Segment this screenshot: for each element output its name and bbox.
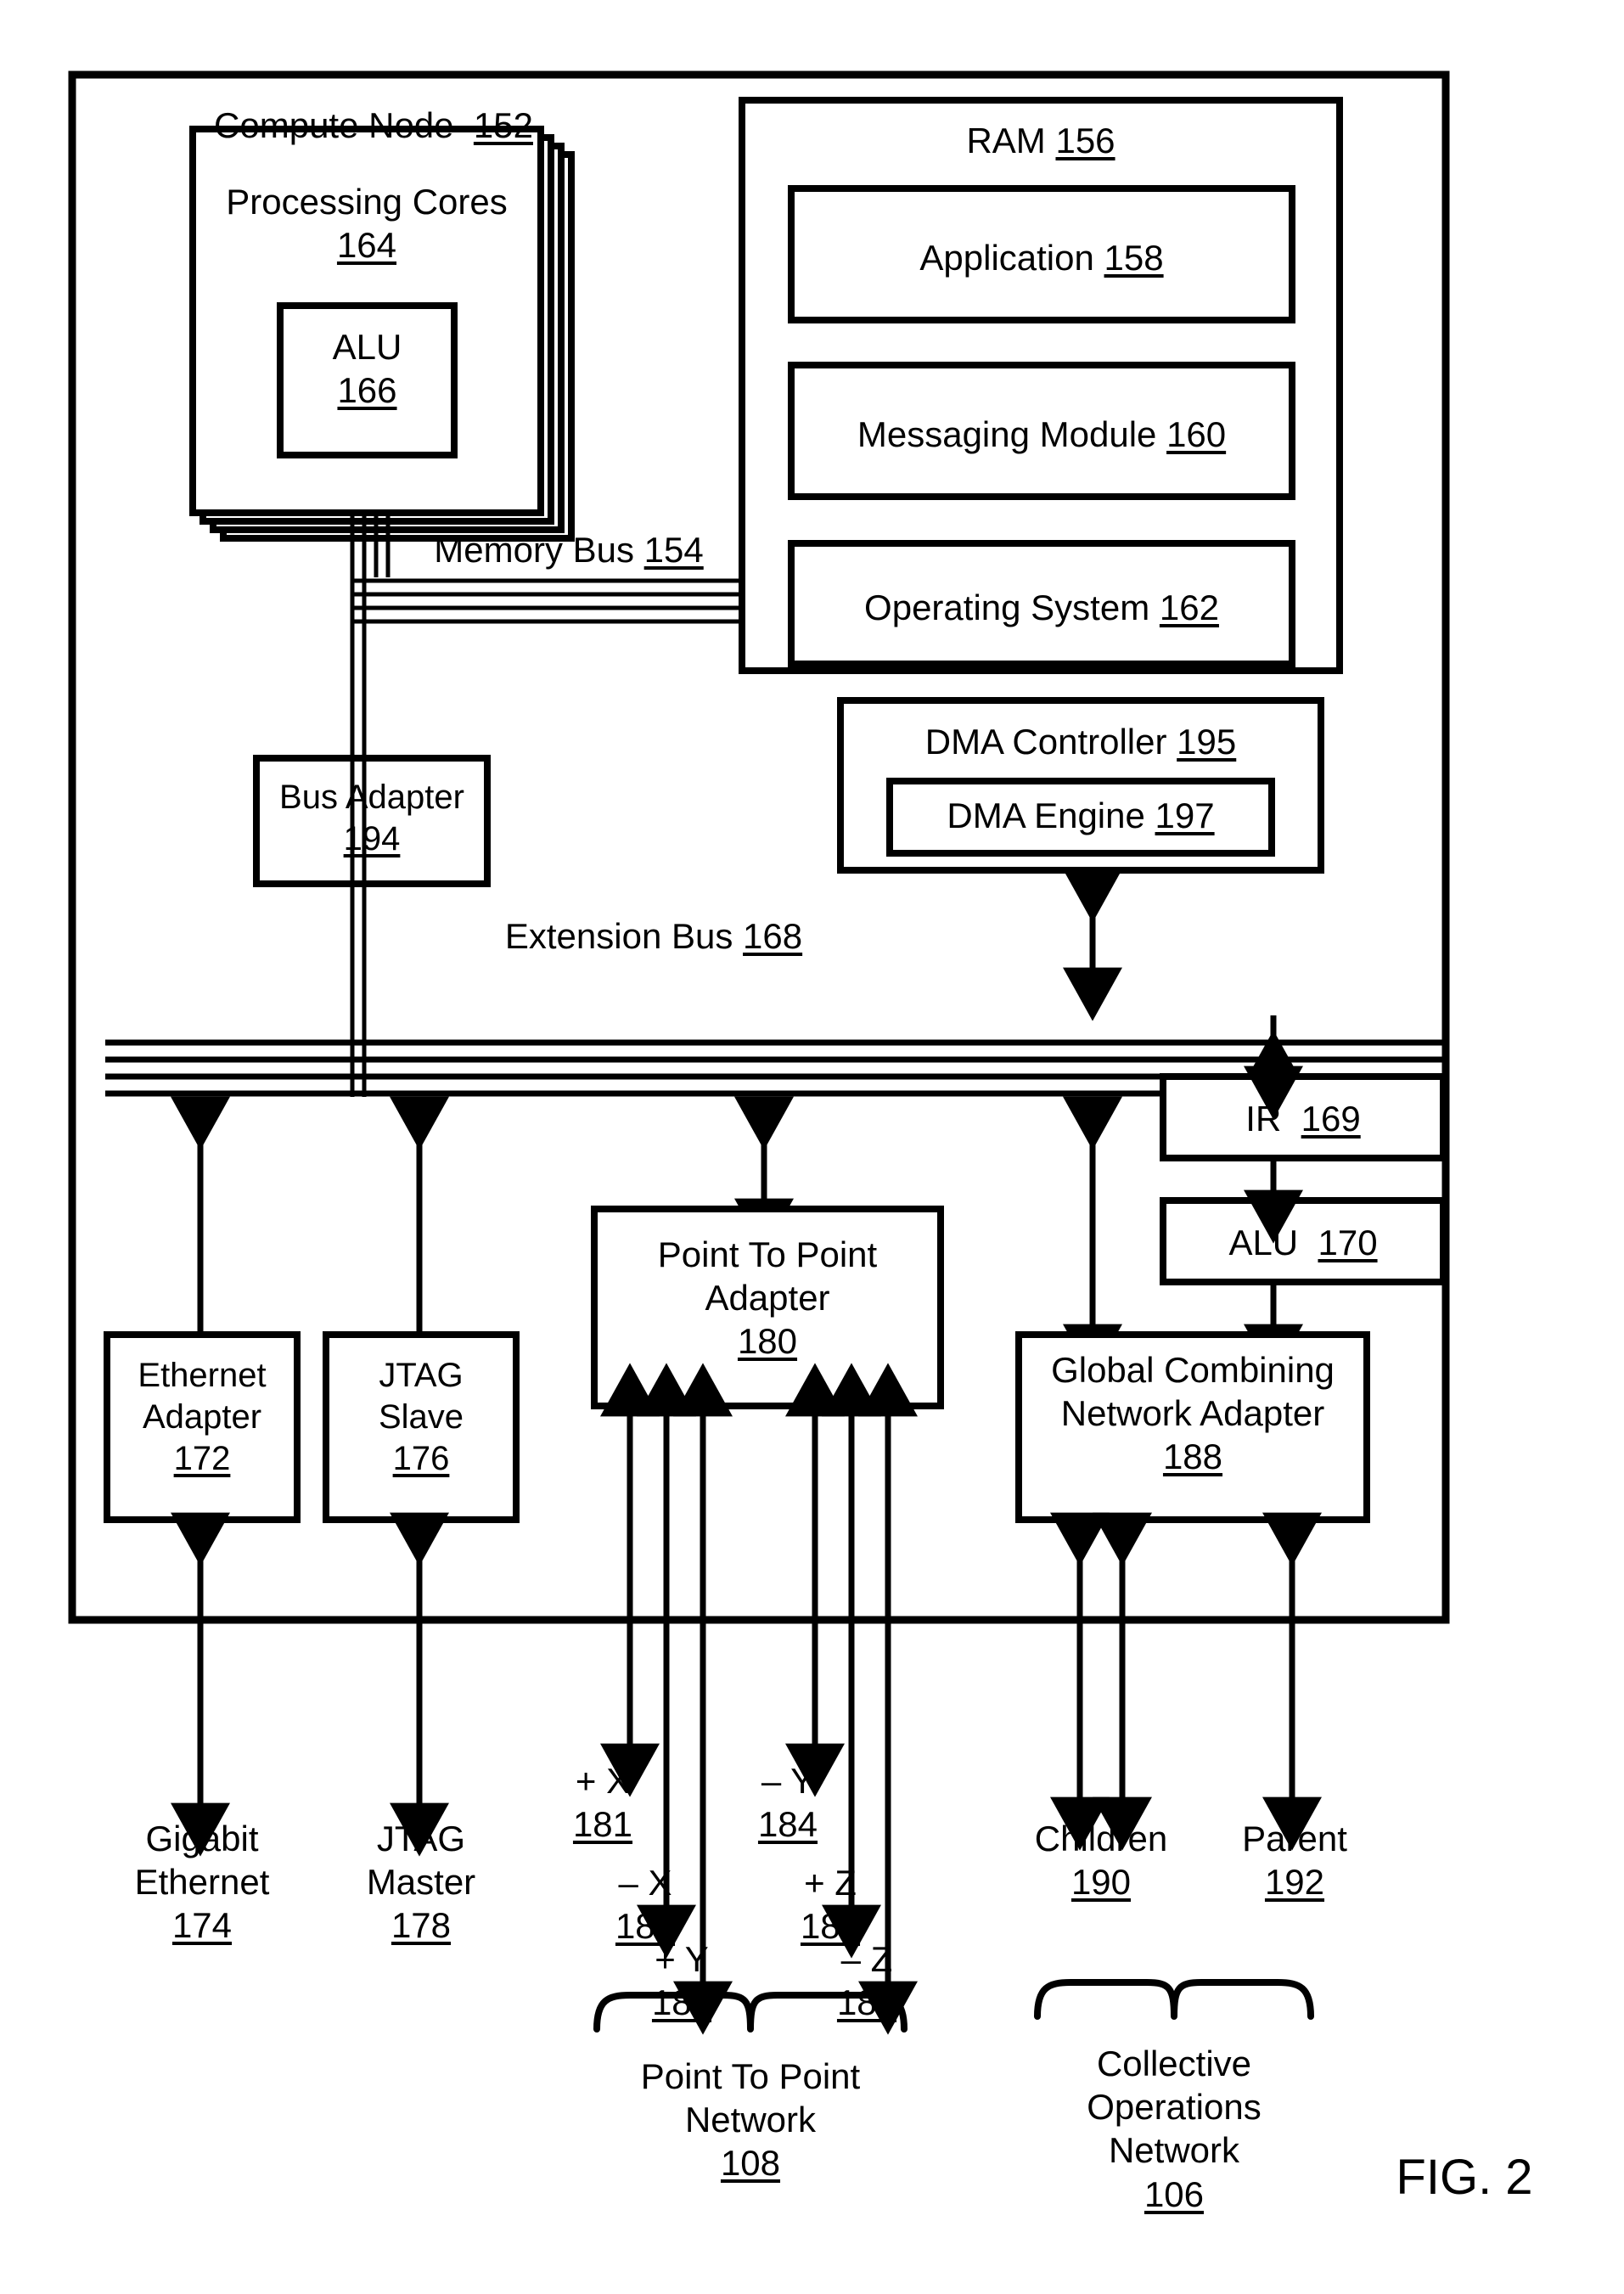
torus-link-minus-y: – Y 184 xyxy=(757,1761,818,1845)
ir-label: IR 169 xyxy=(1245,1099,1361,1139)
compute-node-title: Compute Node 152 xyxy=(214,105,533,145)
ethernet-adapter-label: Ethernet Adapter 172 xyxy=(138,1357,267,1477)
children-label: Children 190 xyxy=(1034,1819,1168,1903)
torus-link-minus-z: – Z 186 xyxy=(836,1939,897,2023)
figure-caption: FIG. 2 xyxy=(1396,2150,1533,2205)
gigabit-ethernet-label: Gigabit Ethernet 174 xyxy=(134,1819,270,1946)
bus-adapter-label: Bus Adapter 194 xyxy=(279,779,464,857)
jtag-master-label: JTAG Master 178 xyxy=(366,1819,476,1946)
torus-link-plus-x: + X 181 xyxy=(572,1761,633,1845)
torus-link-plus-z: + Z 185 xyxy=(800,1863,861,1947)
memory-bus-label: Memory Bus 154 xyxy=(434,530,704,570)
dma-controller-label: DMA Controller 195 xyxy=(924,722,1237,762)
collective-operations-network-label: Collective Operations Network 106 xyxy=(1087,2044,1262,2214)
point-to-point-network-label: Point To Point Network 108 xyxy=(640,2056,861,2184)
torus-link-minus-x: – X 182 xyxy=(615,1863,676,1947)
ram-label: RAM 156 xyxy=(966,121,1115,160)
processing-cores-label: Processing Cores 164 xyxy=(226,182,508,266)
alu-170-label: ALU 170 xyxy=(1228,1223,1378,1262)
extension-bus-label: Extension Bus 168 xyxy=(504,916,803,956)
dma-engine-label: DMA Engine 197 xyxy=(947,796,1215,835)
operating-system-label: Operating System 162 xyxy=(864,588,1219,627)
figure-canvas: Compute Node 152 Processing Cores 164 AL… xyxy=(0,0,1624,2294)
application-label: Application 158 xyxy=(919,238,1164,278)
jtag-slave-label: JTAG Slave 176 xyxy=(378,1357,464,1477)
global-combining-network-adapter-label: Global Combining Network Adapter 188 xyxy=(1051,1350,1335,1477)
parent-label: Parent 192 xyxy=(1242,1819,1347,1903)
messaging-module-label: Messaging Module 160 xyxy=(857,414,1227,454)
point-to-point-adapter-label: Point To Point Adapter 180 xyxy=(657,1234,878,1362)
torus-link-plus-y: + Y 183 xyxy=(651,1939,712,2023)
collective-operations-network-brace xyxy=(1034,1979,1314,2020)
alu-166-label: ALU 166 xyxy=(332,327,402,411)
